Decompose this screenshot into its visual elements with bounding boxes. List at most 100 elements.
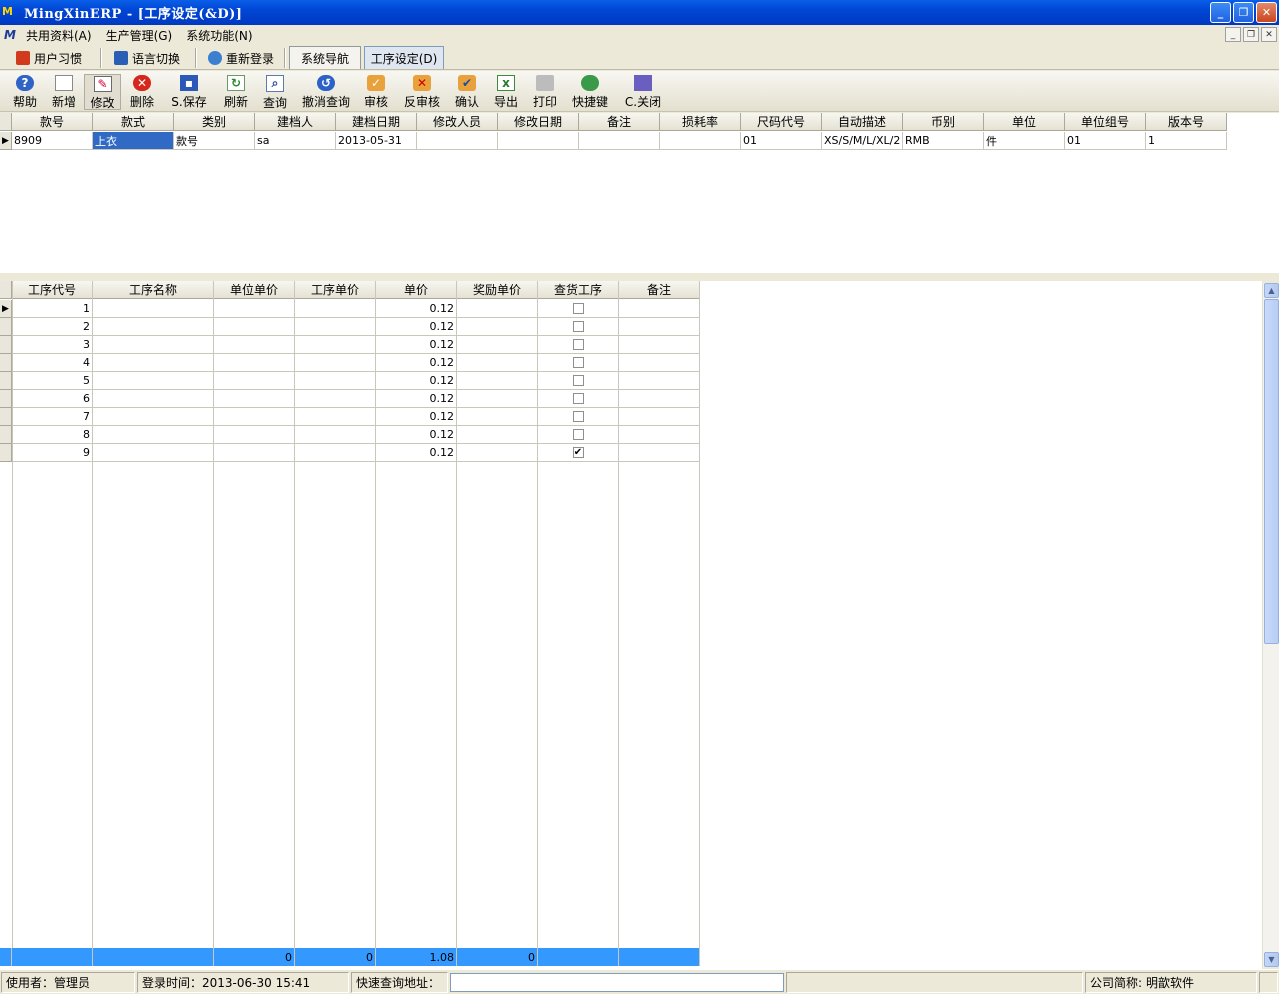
save-button[interactable]: ▪ S.保存 [170,74,208,110]
style-col-header[interactable]: 修改人员 [417,113,498,131]
process-cell-note[interactable] [619,390,700,408]
process-cell-proc-price[interactable] [295,390,376,408]
process-cell-code[interactable]: 3 [12,336,93,354]
style-col-header[interactable]: 款号 [12,113,93,131]
style-col-header[interactable]: 损耗率 [660,113,741,131]
style-cell[interactable]: 件 [984,132,1065,150]
process-cell-price[interactable]: 0.12 [376,408,457,426]
process-cell-bonus[interactable] [457,408,538,426]
quick-query-input[interactable] [450,973,784,992]
process-cell-price[interactable]: 0.12 [376,318,457,336]
check-process-cell[interactable] [538,354,619,372]
process-cell-price[interactable]: 0.12 [376,372,457,390]
process-cell-note[interactable] [619,372,700,390]
relogin-button[interactable]: 重新登录 [208,47,274,69]
print-button[interactable]: 打印 [531,74,559,110]
process-cell-proc-price[interactable] [295,318,376,336]
style-col-header[interactable]: 备注 [579,113,660,131]
process-col-header[interactable]: 单位单价 [214,281,295,299]
new-button[interactable]: 新增 [49,74,79,110]
process-cell-note[interactable] [619,354,700,372]
checkbox[interactable] [572,321,584,332]
process-cell-unit-price[interactable] [214,354,295,372]
menu-system[interactable]: 系统功能(N) [186,27,252,44]
style-cell[interactable]: 1 [1146,132,1227,150]
language-switch-button[interactable]: 语言切换 [114,47,180,69]
process-cell-proc-price[interactable] [295,354,376,372]
size-grip[interactable] [1259,972,1278,993]
process-cell-name[interactable] [93,354,214,372]
process-cell-name[interactable] [93,426,214,444]
style-col-header[interactable]: 尺码代号 [741,113,822,131]
process-cell-price[interactable]: 0.12 [376,426,457,444]
style-col-header[interactable]: 修改日期 [498,113,579,131]
process-cell-unit-price[interactable] [214,336,295,354]
process-cell-proc-price[interactable] [295,444,376,462]
process-cell-name[interactable] [93,318,214,336]
style-cell[interactable] [417,132,498,150]
help-button[interactable]: ? 帮助 [10,74,40,110]
process-cell-proc-price[interactable] [295,300,376,318]
process-cell-name[interactable] [93,444,214,462]
checkbox[interactable] [572,339,584,350]
mdi-minimize-button[interactable]: _ [1225,27,1241,42]
checkbox[interactable] [572,411,584,422]
export-button[interactable]: x 导出 [492,74,520,110]
process-cell-unit-price[interactable] [214,444,295,462]
audit-button[interactable]: ✓ 审核 [362,74,390,110]
scroll-up-icon[interactable]: ▲ [1264,283,1279,298]
process-cell-proc-price[interactable] [295,408,376,426]
check-process-cell[interactable] [538,300,619,318]
style-cell[interactable]: 2013-05-31 [336,132,417,150]
process-cell-bonus[interactable] [457,426,538,444]
process-cell-unit-price[interactable] [214,300,295,318]
process-cell-code[interactable]: 8 [12,426,93,444]
style-cell[interactable]: sa [255,132,336,150]
style-col-header[interactable]: 建档日期 [336,113,417,131]
process-cell-code[interactable]: 4 [12,354,93,372]
minimize-button[interactable]: _ [1210,2,1231,23]
process-cell-price[interactable]: 0.12 [376,300,457,318]
check-process-cell[interactable] [538,390,619,408]
process-cell-code[interactable]: 5 [12,372,93,390]
process-cell-name[interactable] [93,390,214,408]
style-cell[interactable]: RMB [903,132,984,150]
process-col-header[interactable]: 工序名称 [93,281,214,299]
style-cell[interactable]: 01 [1065,132,1146,150]
checkbox[interactable] [572,429,584,440]
restore-button[interactable]: ❐ [1233,2,1254,23]
edit-button[interactable]: ✎ 修改 [84,74,121,110]
style-cell[interactable]: 8909 [12,132,93,150]
style-cell[interactable] [579,132,660,150]
process-cell-bonus[interactable] [457,390,538,408]
process-col-header[interactable]: 单价 [376,281,457,299]
process-cell-note[interactable] [619,336,700,354]
style-cell[interactable]: 款号 [174,132,255,150]
process-cell-code[interactable]: 9 [12,444,93,462]
process-cell-unit-price[interactable] [214,390,295,408]
style-col-header[interactable]: 款式 [93,113,174,131]
check-process-cell[interactable] [538,318,619,336]
process-cell-code[interactable]: 7 [12,408,93,426]
delete-button[interactable]: ✕ 删除 [127,74,157,110]
process-cell-bonus[interactable] [457,372,538,390]
process-cell-name[interactable] [93,408,214,426]
mdi-close-button[interactable]: ✕ [1261,27,1277,42]
process-cell-name[interactable] [93,372,214,390]
process-cell-note[interactable] [619,300,700,318]
process-cell-bonus[interactable] [457,318,538,336]
process-col-header[interactable]: 工序代号 [12,281,93,299]
process-cell-unit-price[interactable] [214,408,295,426]
splitter[interactable] [0,273,1279,281]
process-cell-unit-price[interactable] [214,426,295,444]
checkbox[interactable] [572,375,584,386]
style-cell[interactable]: 上衣 [93,132,174,150]
style-col-header[interactable]: 版本号 [1146,113,1227,131]
shortcut-button[interactable]: 快捷键 [570,74,610,110]
process-cell-proc-price[interactable] [295,426,376,444]
close-form-button[interactable]: C.关闭 [624,74,662,110]
process-cell-name[interactable] [93,300,214,318]
tab-system-nav[interactable]: 系统导航 [289,46,361,69]
checkbox[interactable] [572,357,584,368]
confirm-button[interactable]: ✔ 确认 [453,74,481,110]
